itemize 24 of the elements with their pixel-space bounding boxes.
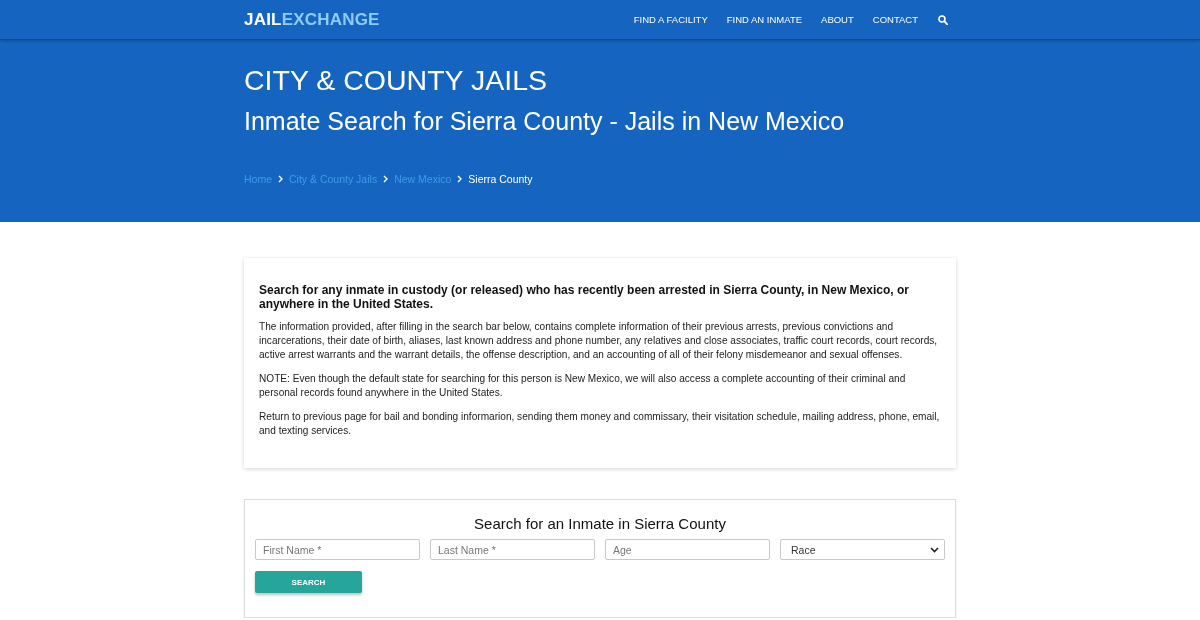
intro-heading: Search for any inmate in custody (or released) who has recently been arrested in Sierra County, in New Mexico, or anywhere in the United States.	[259, 283, 910, 311]
search-button[interactable]	[938, 14, 948, 25]
paragraph: The information provided, after filling in the search bar below, contains complete information of their previous arrests, previous convictions and incarcerations, their date of birth, aliases, last known address and phone number, any relatives and close associates, traffic court records, court records, active arrest warrants and the warrant details, the offense description, and an accounting of all of their felony misdemeanor and sexual offenses.	[259, 320, 939, 362]
page-title: Inmate Search for Sierra County - Jails in New Mexico	[244, 106, 846, 137]
input-field[interactable]: First Name *	[255, 539, 420, 560]
input-field[interactable]: Last Name *	[430, 539, 595, 560]
form-title: Search for an Inmate in Sierra County	[473, 514, 727, 534]
nav-link[interactable]: FIND A FACILITY	[633, 12, 708, 27]
site-logo[interactable]: JAILEXCHANGE	[244, 9, 380, 30]
caret-icon	[930, 546, 939, 553]
search-icon	[938, 14, 948, 25]
nav-link[interactable]: ABOUT	[821, 12, 854, 27]
breadcrumb-current: Sierra County	[468, 172, 533, 186]
input-field[interactable]: Age	[605, 539, 770, 560]
chevron-icon	[278, 175, 283, 183]
category-heading: CITY & COUNTY JAILS	[244, 63, 549, 97]
paragraph: NOTE: Even though the default state for searching for this person is New Mexico, we will also access a complete accounting of their criminal and personal records found anywhere in the United States.	[259, 372, 907, 400]
race-dropdown[interactable]: Race	[780, 539, 945, 560]
paragraph: Return to previous page for bail and bonding informarion, sending them money and commissary, their visitation schedule, mailing address, phone, email, and texting services.	[259, 410, 941, 438]
chevron-icon	[383, 175, 389, 183]
nav-link[interactable]: FIND AN INMATE	[726, 12, 803, 27]
search-button[interactable]: SEARCH	[255, 571, 362, 593]
chevron-icon	[457, 175, 463, 183]
nav-link[interactable]: CONTACT	[872, 12, 918, 27]
